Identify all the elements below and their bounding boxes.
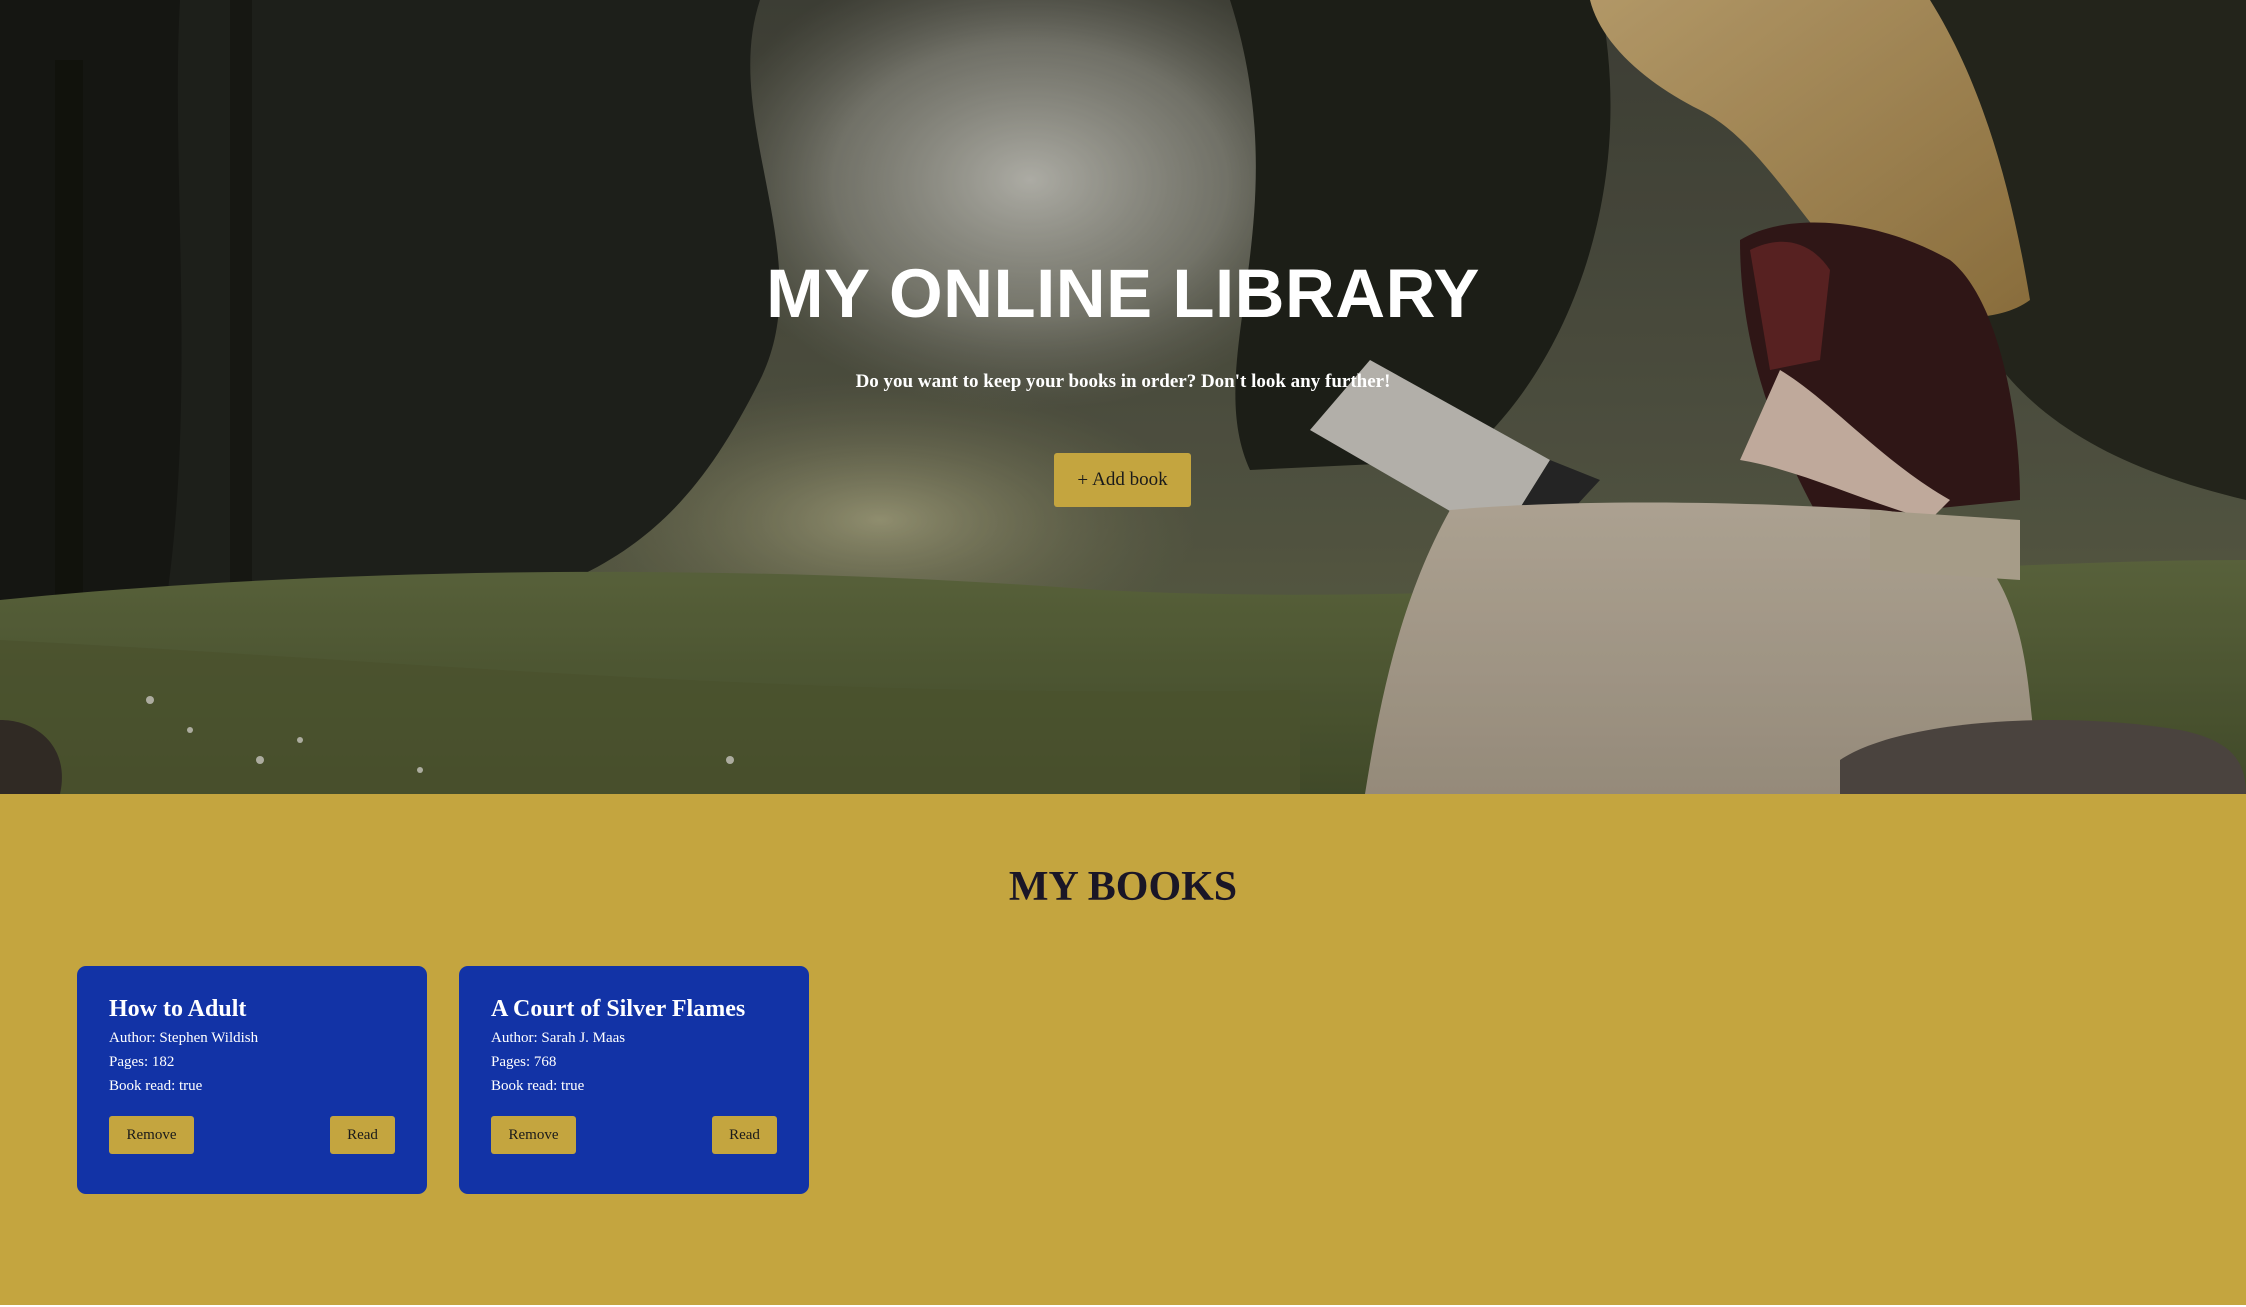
plus-icon: + bbox=[1077, 469, 1089, 491]
hero-subtitle: Do you want to keep your books in order?… bbox=[855, 371, 1391, 392]
book-card: A Court of Silver Flames Author: Sarah J… bbox=[459, 966, 809, 1194]
book-title: How to Adult bbox=[109, 996, 247, 1022]
book-card: How to Adult Author: Stephen Wildish Pag… bbox=[77, 966, 427, 1194]
hero-banner: MY ONLINE LIBRARY Do you want to keep yo… bbox=[0, 0, 2246, 794]
book-pages: Pages: 768 bbox=[491, 1054, 557, 1070]
book-author: Author: Stephen Wildish bbox=[109, 1030, 259, 1046]
toggle-read-button[interactable]: Read bbox=[330, 1116, 395, 1154]
hero-overlay bbox=[0, 0, 2246, 794]
book-read-status: Book read: true bbox=[491, 1078, 585, 1094]
toggle-read-button[interactable]: Read bbox=[712, 1116, 777, 1154]
books-section: MY BOOKS How to Adult Author: Stephen Wi… bbox=[0, 794, 2246, 1305]
book-author: Author: Sarah J. Maas bbox=[491, 1030, 626, 1046]
add-book-label: Add book bbox=[1092, 469, 1168, 490]
book-pages: Pages: 182 bbox=[109, 1054, 175, 1070]
add-book-button[interactable]: + Add book bbox=[1054, 453, 1191, 507]
page-title: MY ONLINE LIBRARY bbox=[766, 255, 1480, 332]
book-title: A Court of Silver Flames bbox=[491, 996, 746, 1022]
page: MY ONLINE LIBRARY Do you want to keep yo… bbox=[0, 0, 2246, 1307]
remove-book-button[interactable]: Remove bbox=[491, 1116, 576, 1154]
books-heading: MY BOOKS bbox=[1008, 864, 1238, 910]
book-read-status: Book read: true bbox=[109, 1078, 203, 1094]
remove-book-button[interactable]: Remove bbox=[109, 1116, 194, 1154]
